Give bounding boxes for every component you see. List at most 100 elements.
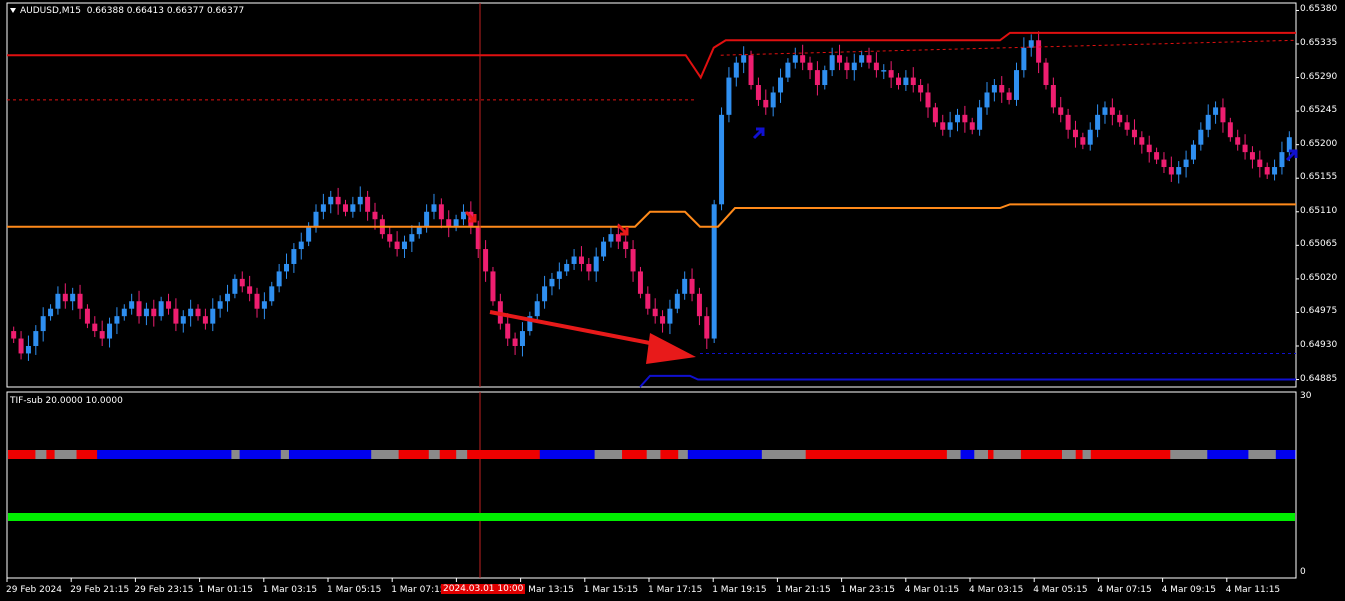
candle-body	[438, 204, 444, 220]
time-axis-label: 1 Mar 07:15	[391, 585, 446, 595]
state-bar-segment	[97, 450, 187, 459]
state-bar-segment	[974, 450, 989, 459]
candle-body	[365, 196, 371, 212]
candle-body	[342, 204, 348, 212]
candle-body	[1235, 137, 1241, 145]
candle-body	[903, 77, 909, 86]
state-bar-segment	[439, 450, 457, 459]
state-bar-segment	[805, 450, 893, 459]
candle-body	[62, 293, 68, 302]
candle-body	[1183, 159, 1189, 168]
candle-body	[1109, 107, 1115, 115]
candle-body	[977, 107, 983, 130]
state-bar-segment	[761, 450, 807, 459]
candle-body	[48, 308, 54, 317]
state-bar-segment	[622, 450, 648, 459]
candle-body	[92, 323, 98, 332]
candle-body	[578, 256, 584, 264]
candle-body	[1168, 167, 1174, 175]
candle-body	[328, 196, 334, 205]
candle-body	[40, 316, 46, 332]
chart-window[interactable]: AUDUSD,M15 0.66388 0.66413 0.66377 0.663…	[0, 0, 1345, 601]
candle-body	[955, 114, 961, 123]
candle-body	[991, 85, 997, 93]
candle-body	[1161, 159, 1167, 168]
candle-body	[254, 293, 260, 309]
price-axis-label: 0.65155	[1300, 172, 1338, 183]
candle-body	[881, 70, 887, 72]
candle-body	[770, 92, 776, 108]
candle-body	[1242, 144, 1248, 153]
candle-body	[1013, 70, 1019, 100]
candle-body	[372, 211, 378, 220]
candle-body	[180, 316, 186, 324]
candle-body	[829, 55, 835, 71]
candle-body	[792, 55, 798, 63]
state-bar-segment	[1275, 450, 1296, 459]
candle-body	[623, 241, 629, 250]
price-axis-label: 0.64930	[1300, 339, 1338, 350]
time-axis-label: 4 Mar 11:15	[1225, 585, 1281, 595]
ohlc-values: 0.66388 0.66413 0.66377 0.66377	[86, 6, 245, 16]
state-bar-segment	[539, 450, 596, 459]
candle-body	[733, 62, 739, 78]
candle-body	[1139, 137, 1145, 145]
candle-body	[357, 196, 363, 205]
candle-body	[25, 345, 31, 354]
time-axis-label: 4 Mar 07:15	[1097, 585, 1152, 595]
state-bar-segment	[993, 450, 1022, 459]
signal-level-bar	[8, 513, 1295, 521]
candle-body	[350, 204, 356, 212]
candle-body	[188, 308, 194, 317]
chart-header: AUDUSD,M15 0.66388 0.66413 0.66377 0.663…	[10, 6, 244, 16]
price-axis-label: 0.65020	[1300, 272, 1338, 283]
time-axis-label: 1 Mar 01:15	[198, 585, 253, 595]
candle-body	[306, 226, 312, 242]
candle-body	[1213, 107, 1219, 115]
candle-body	[571, 256, 577, 264]
candle-body	[564, 263, 570, 272]
state-bar-segment	[1082, 450, 1092, 459]
candle-body	[424, 211, 430, 227]
state-bar-segment	[687, 450, 763, 459]
candle-body	[33, 331, 39, 346]
candle-body	[166, 301, 172, 309]
candle-body	[888, 70, 894, 78]
candle-body	[1043, 62, 1049, 86]
candle-body	[1080, 137, 1086, 145]
state-bar-segment	[54, 450, 78, 459]
candle-body	[121, 308, 127, 317]
state-bar-segment	[1020, 450, 1063, 459]
price-chart[interactable]	[0, 0, 1345, 390]
candle-body	[837, 55, 843, 63]
candle-body	[851, 62, 857, 71]
chart-menu-triangle-icon[interactable]	[10, 8, 16, 13]
candle-body	[1249, 152, 1255, 160]
candle-body	[645, 293, 651, 309]
candle-body	[335, 196, 341, 205]
time-axis-label: 29 Feb 23:15	[134, 585, 194, 595]
candle-body	[70, 293, 76, 302]
candle-body	[1272, 167, 1278, 175]
candle-body	[18, 338, 24, 354]
buy-signal-arrow-icon	[1285, 149, 1298, 162]
state-bar-segment	[646, 450, 661, 459]
candle-body	[940, 122, 946, 130]
candle-body	[660, 316, 666, 324]
time-axis-label: 29 Feb 2024	[6, 585, 63, 595]
candle-body	[1257, 159, 1263, 168]
candle-body	[284, 263, 290, 272]
state-bar-segment	[398, 450, 430, 459]
candle-body	[741, 55, 747, 63]
candle-body	[807, 62, 813, 71]
candle-body	[320, 204, 326, 212]
buy-signal-arrow-icon	[752, 127, 765, 140]
symbol-timeframe: AUDUSD,M15	[20, 6, 81, 16]
candle-body	[99, 331, 105, 339]
candle-body	[1279, 152, 1285, 168]
candle-body	[1102, 107, 1108, 115]
indicator-plot-frame	[6, 391, 1297, 579]
indicator-subwindow[interactable]	[0, 390, 1345, 601]
candle-body	[711, 204, 717, 339]
state-bar-segment	[46, 450, 56, 459]
